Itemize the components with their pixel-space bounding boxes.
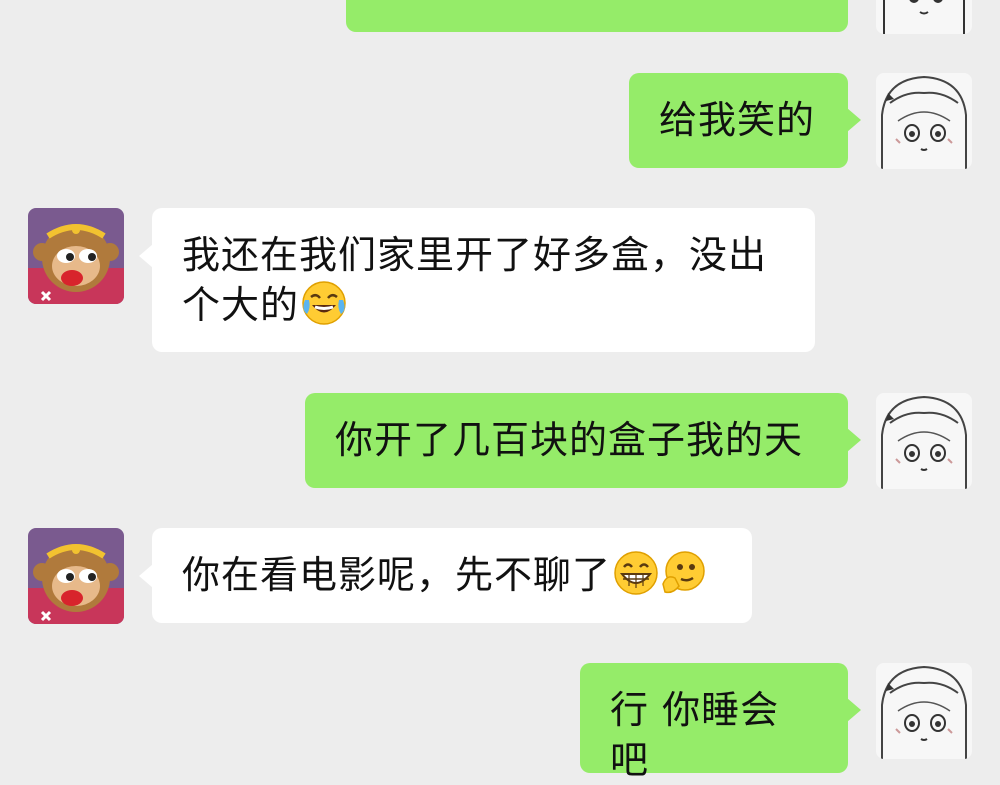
thinking-hand-face-icon <box>661 550 707 596</box>
my-avatar[interactable] <box>876 393 972 489</box>
bubble-tail <box>847 108 861 132</box>
message-text: 你在看电影呢，先不聊了 <box>182 553 612 597</box>
message-text: 你开了几百块的盒子我的天 <box>335 418 804 462</box>
message-text-line: 个大的 <box>182 283 300 327</box>
message-text: 给我笑的 <box>659 98 816 142</box>
my-avatar[interactable] <box>876 73 972 169</box>
grinning-face-icon <box>613 550 659 596</box>
monkey-king-avatar-icon <box>28 208 124 304</box>
my-avatar[interactable] <box>876 0 972 34</box>
anime-girl-avatar-icon <box>876 393 972 489</box>
message-bubble-received[interactable]: 你在看电影呢，先不聊了 <box>152 528 752 623</box>
message-bubble-sent[interactable]: 给我笑的 <box>629 73 848 168</box>
contact-avatar[interactable] <box>28 528 124 624</box>
face-with-tears-of-joy-icon <box>301 280 347 326</box>
my-avatar[interactable] <box>876 663 972 759</box>
contact-avatar[interactable] <box>28 208 124 304</box>
message-text: 行 你睡会吧 <box>610 688 780 782</box>
bubble-tail <box>139 564 153 588</box>
monkey-king-avatar-icon <box>28 528 124 624</box>
message-bubble-sent[interactable]: 行 你睡会吧 <box>580 663 848 782</box>
message-bubble-sent[interactable]: 你开了几百块的盒子我的天 <box>305 393 848 488</box>
message-text-line: 我还在我们家里开了好多盒，没出 <box>182 233 768 277</box>
anime-girl-avatar-icon <box>876 0 972 34</box>
bubble-tail <box>139 244 153 268</box>
anime-girl-avatar-icon <box>876 73 972 169</box>
message-bubble-sent[interactable] <box>346 0 848 32</box>
bubble-tail <box>847 698 861 722</box>
anime-girl-avatar-icon <box>876 663 972 759</box>
bubble-tail <box>847 428 861 452</box>
message-bubble-received[interactable]: 我还在我们家里开了好多盒，没出 个大的 <box>152 208 815 352</box>
